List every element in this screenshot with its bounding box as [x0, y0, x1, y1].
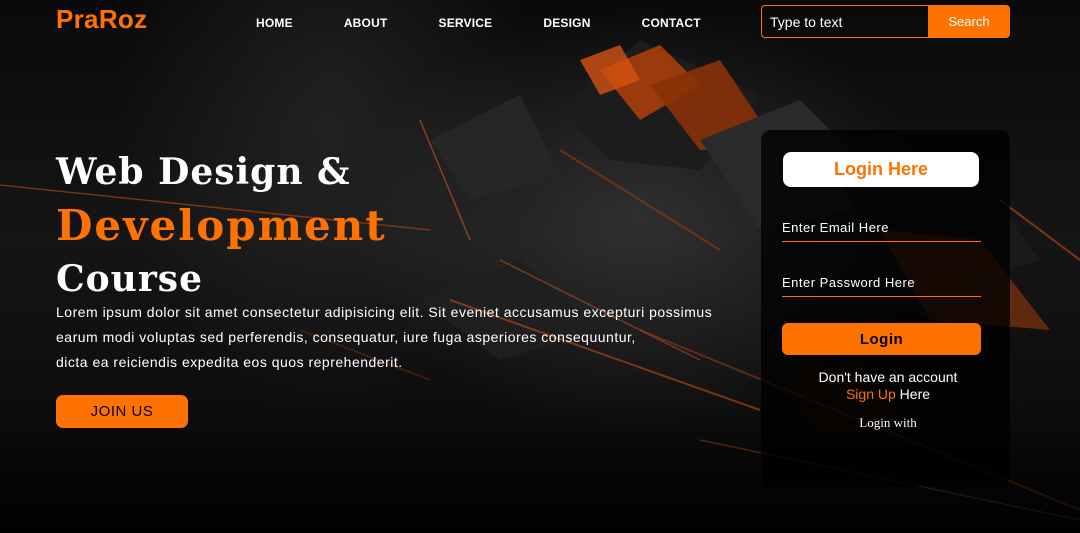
hero-title-highlight: Development [56, 201, 387, 250]
landing-page: PraRoz HOME ABOUT SERVICE DESIGN CONTACT… [0, 0, 1080, 533]
search-input[interactable] [761, 5, 928, 38]
main-nav: HOME ABOUT SERVICE DESIGN CONTACT [256, 16, 752, 30]
hero-title: Web Design & Development Course [56, 146, 387, 304]
login-card: Login Here Login Don't have an account S… [761, 130, 1010, 486]
search-button[interactable]: Search [928, 5, 1010, 38]
nav-contact[interactable]: CONTACT [642, 16, 701, 30]
hero-title-line3: Course [56, 258, 203, 300]
hero-title-line1: Web Design & [56, 151, 351, 193]
join-us-button[interactable]: JOIN US [56, 395, 188, 428]
login-title: Login Here [783, 152, 979, 187]
signup-prompt: Don't have an account Sign Up Here [761, 369, 1010, 403]
brand-logo[interactable]: PraRoz [56, 4, 147, 35]
email-field[interactable] [782, 214, 981, 242]
login-button[interactable]: Login [782, 323, 981, 355]
no-account-text: Don't have an account [818, 369, 958, 385]
nav-service[interactable]: SERVICE [438, 16, 492, 30]
nav-about[interactable]: ABOUT [344, 16, 388, 30]
hero-description-line: Lorem ipsum dolor sit amet consectetur a… [56, 304, 713, 320]
signup-link[interactable]: Sign Up [846, 386, 896, 402]
hero-description-line: earum modi voluptas sed perferendis, con… [56, 329, 636, 345]
hero-description: Lorem ipsum dolor sit amet consectetur a… [56, 300, 756, 375]
password-field[interactable] [782, 269, 981, 297]
login-with-label: Login with [859, 415, 917, 430]
hero-description-line: dicta ea reiciendis expedita eos quos re… [56, 354, 403, 370]
nav-design[interactable]: DESIGN [543, 16, 590, 30]
search-bar: Search [761, 5, 1010, 38]
signup-suffix: Here [895, 386, 931, 402]
nav-home[interactable]: HOME [256, 16, 293, 30]
